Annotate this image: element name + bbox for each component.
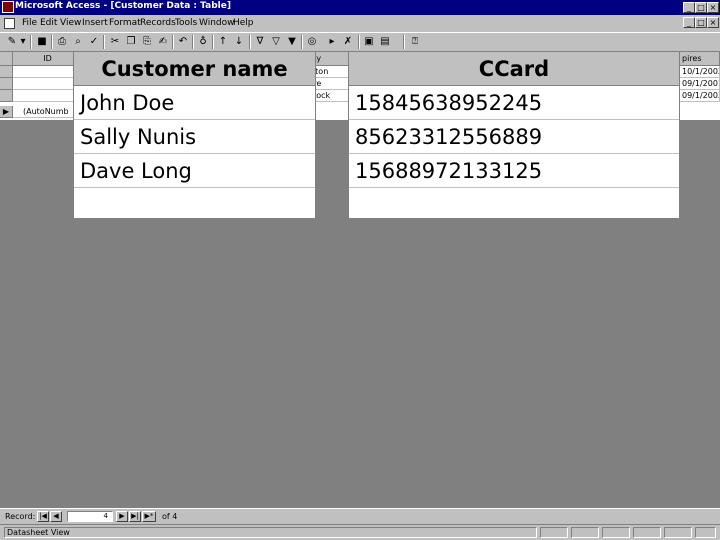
toolbar-separator	[51, 35, 53, 49]
new-record-button[interactable]: ▶*	[142, 511, 156, 522]
ccard-header[interactable]: CCard	[349, 52, 679, 86]
menu-records[interactable]: Records	[140, 18, 176, 28]
customer-name-cell[interactable]: Sally Nunis	[74, 120, 315, 154]
select-all-corner[interactable]	[0, 52, 13, 66]
toolbar-separator	[103, 35, 105, 49]
toolbar-separator	[192, 35, 194, 49]
ccard-cell[interactable]: 15845638952245	[349, 86, 679, 120]
menu-bar: File Edit View Insert Format Records Too…	[0, 15, 720, 32]
customer-name-cell[interactable]: John Doe	[74, 86, 315, 120]
status-bar: Datasheet View	[0, 524, 720, 540]
print-icon[interactable]: ⎙	[55, 35, 69, 49]
new-object-icon[interactable]: ▤	[378, 35, 392, 49]
zoom-customer-name-panel: Customer name John Doe Sally Nunis Dave …	[73, 51, 316, 219]
row-selector[interactable]	[0, 66, 13, 78]
menu-view[interactable]: View	[60, 18, 81, 28]
menu-window[interactable]: Window	[199, 18, 235, 28]
apply-filter-icon[interactable]: ▼	[285, 35, 299, 49]
ccard-cell[interactable]: 15688972133125	[349, 154, 679, 188]
save-icon[interactable]: ■	[35, 35, 49, 49]
table-cell[interactable]: 09/1/2001	[680, 78, 720, 90]
filter-by-form-icon[interactable]: ▽	[269, 35, 283, 49]
customer-name-cell[interactable]	[74, 188, 315, 222]
copy-icon[interactable]: ❐	[124, 35, 138, 49]
database-window-icon[interactable]: ▣	[362, 35, 376, 49]
toolbar-separator	[301, 35, 303, 49]
delete-record-icon[interactable]: ✗	[341, 35, 355, 49]
table-cell[interactable]: 10/1/2002	[680, 66, 720, 78]
menu-edit[interactable]: Edit	[40, 18, 57, 28]
cut-icon[interactable]: ✂	[108, 35, 122, 49]
menu-tools[interactable]: Tools	[175, 18, 197, 28]
toolbar-separator	[172, 35, 174, 49]
toolbar: ✎ ▾ ■ ⎙ ⌕ ✓ ✂ ❐ ⎘ ✍ ↶ ♁ ↑ ↓ ∇ ▽ ▼ ◎ ▸ ✗ …	[0, 32, 720, 52]
customer-name-cell[interactable]: Dave Long	[74, 154, 315, 188]
window-title: Microsoft Access - [Customer Data : Tabl…	[15, 1, 231, 11]
find-icon[interactable]: ◎	[305, 35, 319, 49]
zoom-ccard-panel: CCard 15845638952245 85623312556889 1568…	[348, 51, 680, 219]
table-cell[interactable]: 09/1/2003	[680, 90, 720, 102]
record-label: Record:	[5, 512, 36, 521]
filter-by-selection-icon[interactable]: ∇	[253, 35, 267, 49]
new-record-selector[interactable]: ▶	[0, 106, 13, 118]
access-app-icon[interactable]	[2, 1, 14, 13]
undo-icon[interactable]: ↶	[176, 35, 190, 49]
status-pane	[633, 527, 661, 538]
format-painter-icon[interactable]: ✍	[156, 35, 170, 49]
close-button[interactable]: ×	[707, 2, 719, 13]
paste-icon[interactable]: ⎘	[140, 35, 154, 49]
document-icon[interactable]	[4, 18, 15, 29]
doc-restore-button[interactable]: □	[695, 17, 707, 28]
customer-name-header[interactable]: Customer name	[74, 52, 315, 86]
new-record-icon[interactable]: ▸	[325, 35, 339, 49]
maximize-button[interactable]: □	[695, 2, 707, 13]
toolbar-separator	[249, 35, 251, 49]
menu-format[interactable]: Format	[109, 18, 141, 28]
status-pane	[571, 527, 599, 538]
toolbar-separator	[212, 35, 214, 49]
previous-record-button[interactable]: ◀	[50, 511, 62, 522]
last-record-button[interactable]: ▶|	[129, 511, 141, 522]
toolbar-separator	[403, 35, 405, 49]
menu-help[interactable]: Help	[233, 18, 254, 28]
toolbar-separator	[358, 35, 360, 49]
first-record-button[interactable]: |◀	[37, 511, 49, 522]
sort-ascending-icon[interactable]: ↑	[216, 35, 230, 49]
view-dropdown-icon[interactable]: ▾	[19, 35, 27, 49]
view-icon[interactable]: ✎	[5, 35, 19, 49]
record-number-input[interactable]: 4	[67, 511, 113, 522]
ccard-cell[interactable]	[349, 188, 679, 222]
sort-descending-icon[interactable]: ↓	[232, 35, 246, 49]
print-preview-icon[interactable]: ⌕	[71, 35, 85, 49]
doc-minimize-button[interactable]: _	[683, 17, 695, 28]
toolbar-separator	[30, 35, 32, 49]
doc-close-button[interactable]: ×	[707, 17, 719, 28]
status-pane	[540, 527, 568, 538]
minimize-button[interactable]: _	[683, 2, 695, 13]
record-count: of 4	[162, 512, 178, 521]
menu-file[interactable]: File	[22, 18, 37, 28]
status-pane	[664, 527, 692, 538]
menu-insert[interactable]: Insert	[82, 18, 108, 28]
help-icon[interactable]: ⍰	[408, 35, 422, 49]
status-pane	[602, 527, 630, 538]
ccard-cell[interactable]: 85623312556889	[349, 120, 679, 154]
row-selector[interactable]	[0, 90, 13, 102]
row-selector[interactable]	[0, 78, 13, 90]
record-navigator: Record: |◀ ◀ 4 ▶ ▶| ▶* of 4	[0, 508, 720, 524]
column-header-expires[interactable]: pires	[680, 52, 720, 66]
hyperlink-icon[interactable]: ♁	[196, 35, 210, 49]
next-record-button[interactable]: ▶	[116, 511, 128, 522]
spelling-icon[interactable]: ✓	[87, 35, 101, 49]
status-text: Datasheet View	[4, 527, 537, 538]
status-pane	[695, 527, 716, 538]
title-bar: Microsoft Access - [Customer Data : Tabl…	[0, 0, 720, 15]
